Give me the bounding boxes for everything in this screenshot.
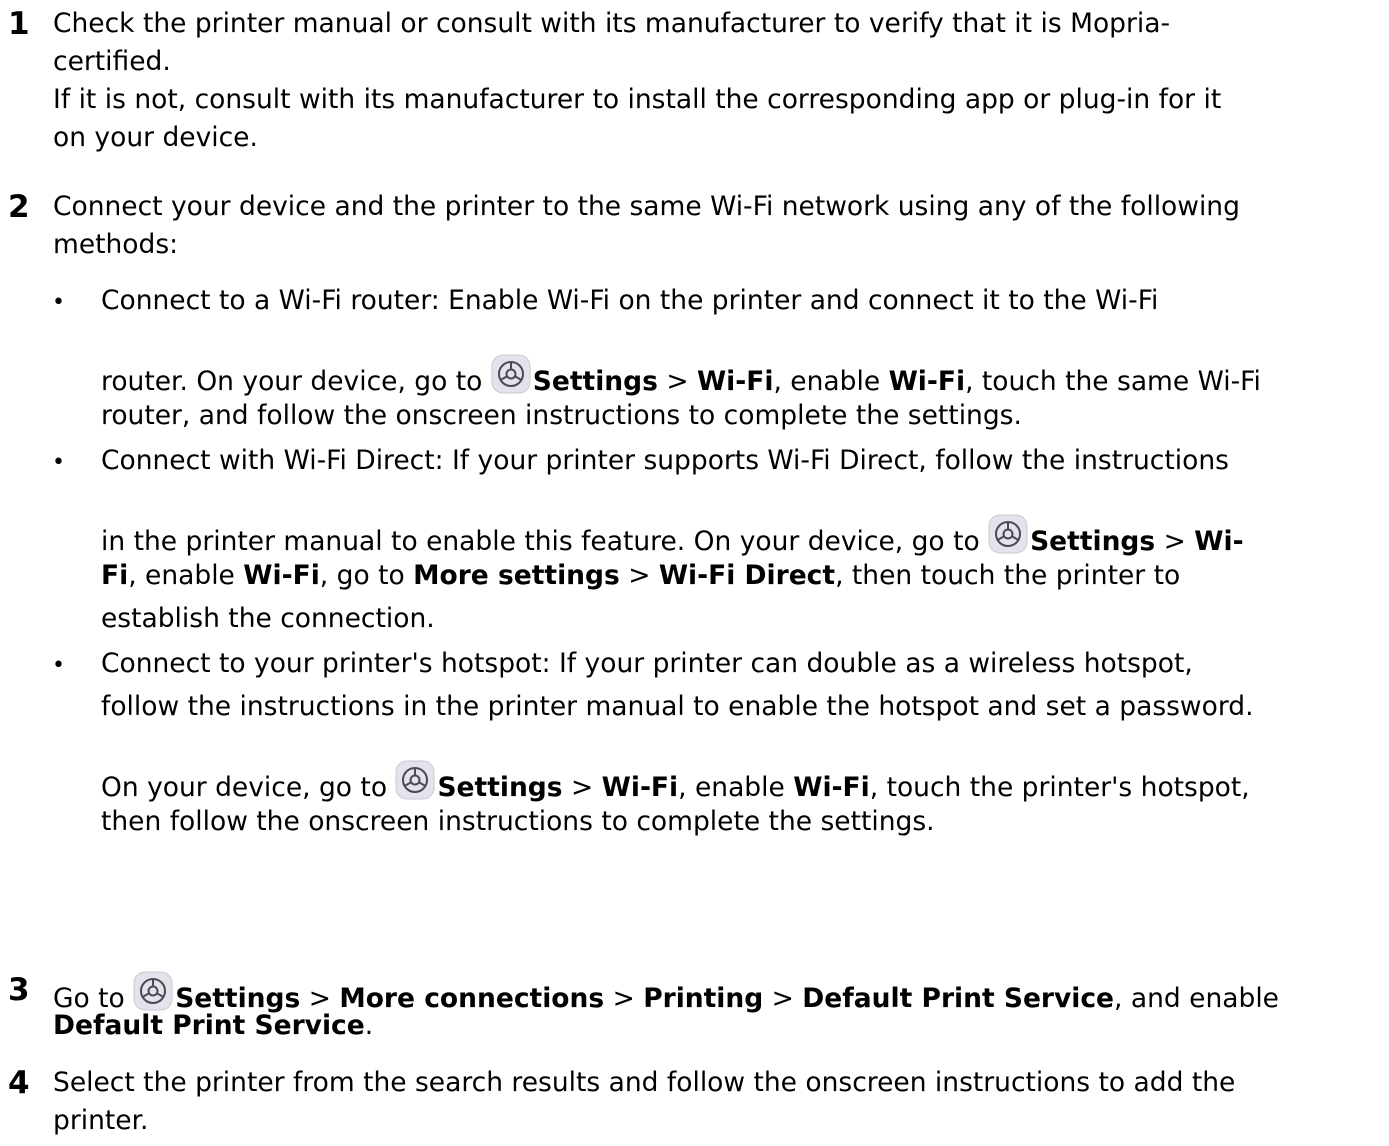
separator: >: [619, 560, 659, 591]
text-run: router. On your device, go to: [101, 366, 491, 397]
wifi-label: Wi-Fi: [601, 772, 679, 803]
step-text: certified.: [53, 46, 171, 77]
separator: >: [562, 772, 602, 803]
bullet-text: Connect with Wi-Fi Direct: If your print…: [101, 445, 1229, 476]
step-number: 2: [8, 189, 30, 225]
separator: >: [763, 983, 803, 1014]
step-text: Select the printer from the search resul…: [53, 1067, 1236, 1098]
step-text: If it is not, consult with its manufactu…: [53, 84, 1222, 115]
printing-label: Printing: [643, 983, 764, 1014]
bullet-text: Fi, enable Wi-Fi, go to More settings > …: [101, 557, 1180, 595]
bullet-text: then follow the onscreen instructions to…: [101, 806, 935, 837]
step-text: printer.: [53, 1105, 149, 1136]
step-text: Default Print Service.: [53, 1007, 373, 1045]
wifi-label: Fi: [101, 560, 129, 591]
wifi-label: Wi-Fi: [243, 560, 320, 591]
text-run: in the printer manual to enable this fea…: [101, 526, 989, 557]
bullet-marker: •: [52, 653, 65, 678]
text-run: , then touch the printer to: [835, 560, 1181, 591]
wifi-label: Wi-: [1194, 526, 1244, 557]
text-run: , touch the printer's hotspot,: [869, 772, 1250, 803]
bullet-text: Connect to your printer's hotspot: If yo…: [101, 648, 1193, 679]
bullet-text: establish the connection.: [101, 603, 435, 634]
text-run: .: [364, 1010, 374, 1041]
wifi-label: Wi-Fi: [888, 366, 966, 397]
settings-label: Settings: [437, 772, 563, 803]
default-print-service-label: Default Print Service: [53, 1010, 365, 1041]
step-text: methods:: [53, 229, 179, 260]
step-number: 1: [8, 6, 30, 42]
settings-label: Settings: [1030, 526, 1156, 557]
text-run: , enable: [128, 560, 244, 591]
text-run: , and enable: [1114, 983, 1279, 1014]
separator: >: [657, 366, 697, 397]
default-print-service-label: Default Print Service: [802, 983, 1115, 1014]
text-run: , enable: [773, 366, 889, 397]
gear-icon: [988, 514, 1028, 554]
wifi-label: Wi-Fi: [696, 366, 774, 397]
settings-label: Settings: [532, 366, 658, 397]
step-text: on your device.: [53, 122, 258, 153]
bullet-text: follow the instructions in the printer m…: [101, 691, 1254, 722]
separator: >: [1155, 526, 1195, 557]
bullet-marker: •: [52, 290, 65, 315]
wifi-direct-label: Wi-Fi Direct: [658, 560, 836, 591]
gear-icon: [395, 760, 435, 800]
gear-icon: [491, 354, 531, 394]
text-run: , go to: [319, 560, 414, 591]
gear-icon: [133, 971, 173, 1011]
step-text: Check the printer manual or consult with…: [53, 8, 1171, 39]
separator: >: [604, 983, 644, 1014]
more-settings-label: More settings: [413, 560, 620, 591]
bullet-text: router. On your device, go to Settings >…: [101, 354, 1261, 401]
text-run: On your device, go to: [101, 772, 396, 803]
bullet-text: Connect to a Wi-Fi router: Enable Wi-Fi …: [101, 285, 1159, 316]
wifi-label: Wi-Fi: [793, 772, 870, 803]
step-text: Connect your device and the printer to t…: [53, 191, 1240, 222]
bullet-text: in the printer manual to enable this fea…: [101, 514, 1244, 561]
bullet-text: On your device, go to Settings > Wi-Fi, …: [101, 760, 1250, 807]
text-run: , enable: [678, 772, 794, 803]
step-number: 3: [8, 972, 30, 1008]
step-number: 4: [8, 1065, 30, 1101]
bullet-text: router, and follow the onscreen instruct…: [101, 400, 1022, 431]
more-connections-label: More connections: [339, 983, 605, 1014]
text-run: , touch the same Wi-Fi: [965, 366, 1261, 397]
bullet-marker: •: [52, 450, 65, 475]
